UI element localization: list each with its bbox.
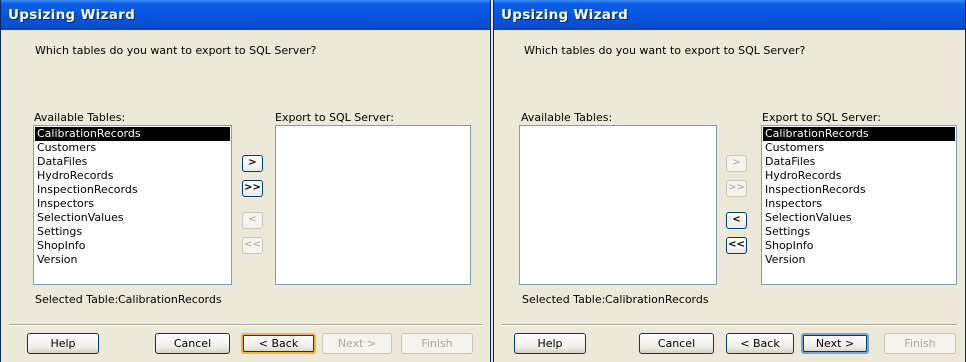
selected-table-value: CalibrationRecords [605, 293, 709, 306]
list-item[interactable]: Inspectors [35, 197, 230, 211]
list-item[interactable]: InspectionRecords [763, 183, 955, 197]
selected-table-label: Selected Table: [522, 293, 606, 306]
list-item[interactable]: ShopInfo [35, 239, 230, 253]
list-item[interactable]: ShopInfo [763, 239, 955, 253]
export-tables-label: Export to SQL Server: [762, 111, 881, 124]
list-item[interactable]: HydroRecords [35, 169, 230, 183]
remove-one-button[interactable]: < [242, 212, 263, 229]
list-item[interactable]: CalibrationRecords [35, 127, 230, 141]
list-item[interactable]: SelectionValues [35, 211, 230, 225]
list-item[interactable]: Customers [763, 141, 955, 155]
cancel-button[interactable]: Cancel [639, 333, 714, 354]
export-tables-label: Export to SQL Server: [275, 111, 394, 124]
list-item[interactable]: HydroRecords [763, 169, 955, 183]
list-item[interactable]: CalibrationRecords [763, 127, 955, 141]
divider [502, 324, 957, 326]
window-title: Upsizing Wizard [1, 0, 490, 30]
next-button[interactable]: Next > [801, 333, 869, 354]
finish-button[interactable]: Finish [401, 333, 473, 354]
list-item[interactable]: SelectionValues [763, 211, 955, 225]
available-tables-list[interactable] [519, 125, 717, 285]
wizard-window-right: Upsizing Wizard Which tables do you want… [493, 0, 966, 362]
list-item[interactable]: Version [35, 253, 230, 267]
add-one-button[interactable]: > [726, 155, 747, 172]
list-item[interactable]: Customers [35, 141, 230, 155]
next-button[interactable]: Next > [322, 333, 392, 354]
window-title: Upsizing Wizard [494, 0, 965, 30]
help-button[interactable]: Help [514, 333, 586, 354]
back-button[interactable]: < Back [241, 333, 316, 354]
export-tables-list[interactable]: CalibrationRecords Customers DataFiles H… [761, 125, 957, 285]
export-tables-list[interactable] [275, 125, 471, 285]
wizard-window-left: Upsizing Wizard Which tables do you want… [0, 0, 491, 362]
add-one-button[interactable]: > [242, 155, 263, 172]
list-item[interactable]: Settings [763, 225, 955, 239]
list-item[interactable]: DataFiles [763, 155, 955, 169]
selected-table-label: Selected Table: [35, 293, 119, 306]
list-item[interactable]: Version [763, 253, 955, 267]
list-item[interactable]: DataFiles [35, 155, 230, 169]
finish-button[interactable]: Finish [884, 333, 956, 354]
help-button[interactable]: Help [27, 333, 99, 354]
add-all-button[interactable]: >> [726, 180, 747, 197]
selected-table-value: CalibrationRecords [118, 293, 222, 306]
question-text: Which tables do you want to export to SQ… [35, 44, 317, 57]
list-item[interactable]: Settings [35, 225, 230, 239]
cancel-button[interactable]: Cancel [155, 333, 230, 354]
divider [9, 324, 482, 326]
back-button[interactable]: < Back [726, 333, 794, 354]
available-tables-label: Available Tables: [521, 111, 613, 124]
list-item[interactable]: Inspectors [763, 197, 955, 211]
remove-one-button[interactable]: < [726, 212, 747, 229]
available-tables-list[interactable]: CalibrationRecords Customers DataFiles H… [33, 125, 232, 285]
remove-all-button[interactable]: << [242, 237, 263, 254]
available-tables-label: Available Tables: [34, 111, 126, 124]
remove-all-button[interactable]: << [726, 237, 747, 254]
list-item[interactable]: InspectionRecords [35, 183, 230, 197]
add-all-button[interactable]: >> [242, 180, 263, 197]
question-text: Which tables do you want to export to SQ… [524, 44, 806, 57]
